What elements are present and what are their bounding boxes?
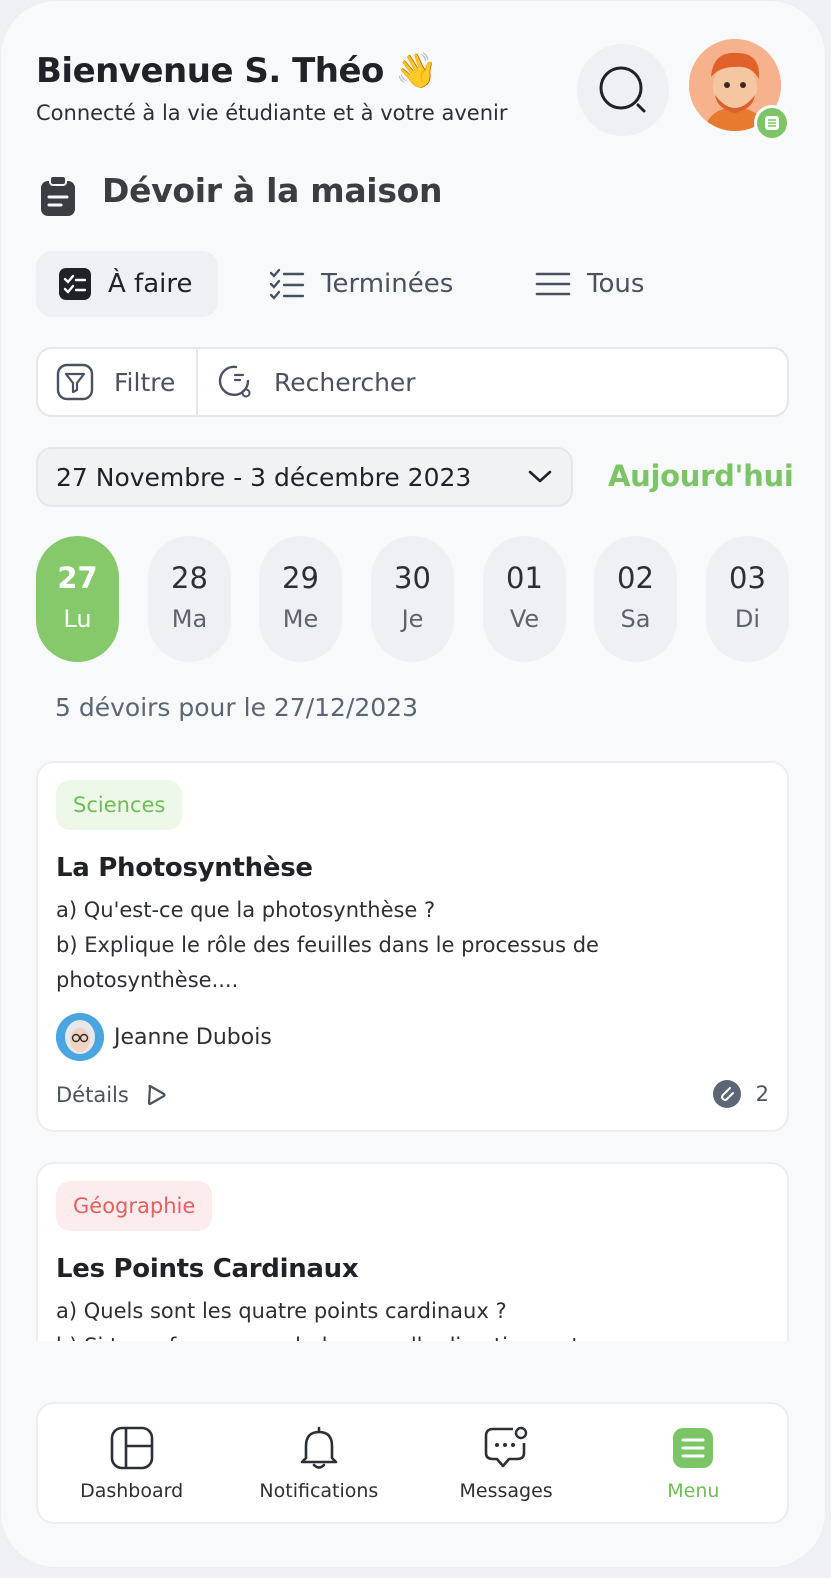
search-refresh-icon bbox=[216, 363, 254, 401]
day-thursday[interactable]: 30 Je bbox=[371, 536, 454, 662]
hamburger-icon bbox=[535, 271, 571, 297]
day-number: 02 bbox=[617, 561, 654, 595]
nav-messages[interactable]: Messages bbox=[413, 1404, 600, 1522]
attachment-count: 2 bbox=[755, 1082, 769, 1106]
filter-button[interactable]: Filtre bbox=[38, 349, 198, 415]
day-number: 27 bbox=[57, 561, 98, 595]
nav-label: Dashboard bbox=[80, 1480, 184, 1502]
tab-label: Terminées bbox=[321, 269, 454, 299]
day-label: Me bbox=[282, 605, 319, 633]
homework-description: a) Qu'est-ce que la photosynthèse ? b) E… bbox=[56, 893, 756, 998]
nav-menu[interactable]: Menu bbox=[600, 1404, 787, 1522]
day-label: Sa bbox=[620, 605, 651, 633]
menu-badge-icon bbox=[754, 105, 790, 141]
day-tuesday[interactable]: 28 Ma bbox=[148, 536, 231, 662]
homework-count: 5 dévoirs pour le 27/12/2023 bbox=[55, 693, 418, 722]
day-label: Je bbox=[401, 605, 424, 633]
day-wednesday[interactable]: 29 Me bbox=[259, 536, 342, 662]
day-number: 03 bbox=[729, 561, 766, 595]
day-label: Ma bbox=[171, 605, 208, 633]
homework-title: La Photosynthèse bbox=[56, 853, 313, 883]
tab-a-faire[interactable]: À faire bbox=[36, 251, 218, 317]
tab-label: À faire bbox=[108, 269, 193, 299]
tab-tous[interactable]: Tous bbox=[535, 251, 644, 317]
day-number: 29 bbox=[282, 561, 319, 595]
day-label: Di bbox=[734, 605, 761, 633]
homework-card[interactable]: Sciences La Photosynthèse a) Qu'est-ce q… bbox=[36, 761, 789, 1132]
filter-icon bbox=[56, 363, 94, 401]
nav-notifications[interactable]: Notifications bbox=[225, 1404, 412, 1522]
search-icon bbox=[599, 66, 646, 113]
nav-label: Menu bbox=[667, 1480, 720, 1502]
question-line: b) Explique le rôle des feuilles dans le… bbox=[56, 933, 599, 992]
teacher-name: Jeanne Dubois bbox=[114, 1024, 272, 1050]
teacher-avatar bbox=[56, 1013, 104, 1061]
play-icon bbox=[145, 1084, 167, 1106]
clipboard-icon bbox=[41, 175, 75, 216]
tab-terminees[interactable]: Terminées bbox=[269, 251, 453, 317]
dashboard-icon bbox=[110, 1424, 154, 1472]
nav-label: Messages bbox=[459, 1480, 553, 1502]
homework-title: Les Points Cardinaux bbox=[56, 1254, 359, 1284]
teacher: Jeanne Dubois bbox=[56, 1013, 272, 1061]
message-icon bbox=[483, 1424, 529, 1472]
today-link[interactable]: Aujourd'hui bbox=[608, 459, 794, 493]
section-title: Dévoir à la maison bbox=[102, 171, 443, 210]
chevron-down-icon bbox=[528, 470, 552, 483]
day-sunday[interactable]: 03 Di bbox=[706, 536, 789, 662]
search-label: Rechercher bbox=[274, 367, 416, 397]
day-saturday[interactable]: 02 Sa bbox=[594, 536, 677, 662]
day-label: Ve bbox=[509, 605, 540, 633]
details-label: Détails bbox=[56, 1083, 129, 1107]
day-label: Lu bbox=[63, 605, 92, 633]
details-link[interactable]: Détails bbox=[56, 1083, 167, 1107]
day-number: 28 bbox=[171, 561, 208, 595]
tab-label: Tous bbox=[587, 269, 645, 299]
question-line: a) Quels sont les quatre points cardinau… bbox=[56, 1299, 507, 1323]
filter-label: Filtre bbox=[114, 367, 176, 397]
paperclip-icon bbox=[712, 1079, 742, 1109]
app-screen: Bienvenue S. Théo 👋 Connecté à la vie ét… bbox=[0, 0, 826, 1568]
greeting-subtitle: Connecté à la vie étudiante et à votre a… bbox=[36, 101, 508, 125]
day-friday[interactable]: 01 Ve bbox=[483, 536, 566, 662]
bell-icon bbox=[298, 1424, 340, 1472]
menu-icon bbox=[672, 1424, 714, 1472]
search-button[interactable] bbox=[577, 44, 669, 136]
greeting-title: Bienvenue S. Théo 👋 bbox=[36, 51, 438, 91]
question-line: a) Qu'est-ce que la photosynthèse ? bbox=[56, 898, 436, 922]
attachments[interactable]: 2 bbox=[712, 1079, 769, 1109]
nav-dashboard[interactable]: Dashboard bbox=[38, 1404, 225, 1522]
filter-search-bar: Filtre Rechercher bbox=[36, 347, 789, 417]
nav-label: Notifications bbox=[259, 1480, 379, 1502]
day-monday[interactable]: 27 Lu bbox=[36, 536, 119, 662]
date-range-select[interactable]: 27 Novembre - 3 décembre 2023 bbox=[36, 447, 573, 507]
task-list-icon bbox=[269, 267, 305, 301]
bottom-nav: Dashboard Notifications Messages Menu bbox=[36, 1402, 789, 1524]
checklist-icon bbox=[58, 267, 92, 301]
date-range-label: 27 Novembre - 3 décembre 2023 bbox=[56, 462, 472, 492]
day-number: 30 bbox=[394, 561, 431, 595]
subject-badge: Sciences bbox=[56, 780, 183, 830]
search-field[interactable]: Rechercher bbox=[198, 363, 416, 401]
day-number: 01 bbox=[506, 561, 543, 595]
subject-badge: Géographie bbox=[56, 1181, 213, 1231]
